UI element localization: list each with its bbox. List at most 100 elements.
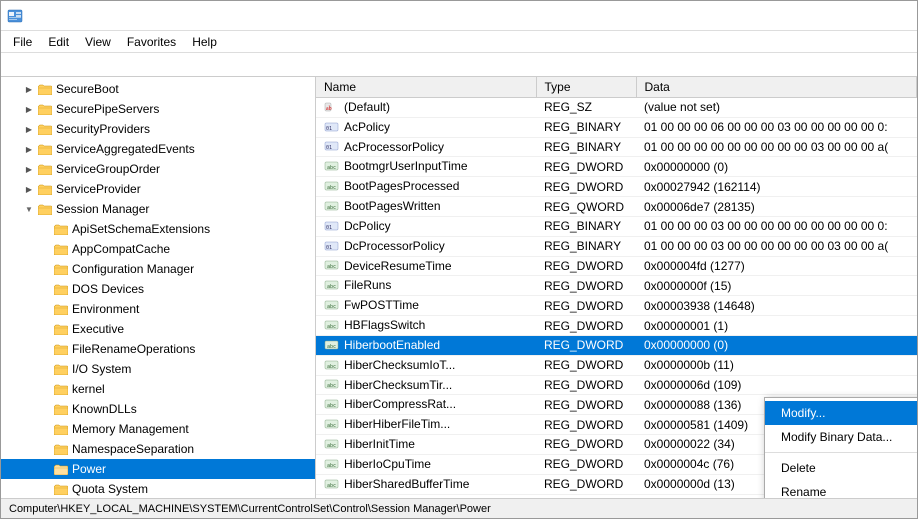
menu-edit[interactable]: Edit: [40, 33, 77, 51]
tree-expander-icon[interactable]: ▶: [21, 81, 37, 97]
tree-expander-icon[interactable]: [37, 281, 53, 297]
folder-icon: [53, 342, 69, 356]
cell-type: REG_DWORD: [536, 375, 636, 395]
svg-text:abc: abc: [327, 205, 336, 211]
cell-data: 0x00003938 (14648): [636, 296, 917, 316]
cell-type: REG_DWORD: [536, 276, 636, 296]
tree-expander-icon[interactable]: [37, 401, 53, 417]
table-row[interactable]: 01AcPolicyREG_BINARY01 00 00 00 06 00 00…: [316, 117, 917, 137]
tree-item[interactable]: ▶ SecurityProviders: [1, 119, 315, 139]
tree-item-label: Memory Management: [72, 422, 189, 436]
table-row[interactable]: abcBootPagesProcessedREG_DWORD0x00027942…: [316, 177, 917, 197]
svg-text:01: 01: [326, 126, 332, 132]
tree-expander-icon[interactable]: [37, 481, 53, 497]
tree-item[interactable]: ▶ ServiceAggregatedEvents: [1, 139, 315, 159]
tree-item[interactable]: Configuration Manager: [1, 259, 315, 279]
tree-expander-icon[interactable]: [37, 421, 53, 437]
table-row[interactable]: abcBootPagesWrittenREG_QWORD0x00006de7 (…: [316, 197, 917, 217]
cell-name: abcFileRuns: [316, 276, 536, 296]
tree-item-label: ServiceAggregatedEvents: [56, 142, 195, 156]
table-row[interactable]: 01DcProcessorPolicyREG_BINARY01 00 00 00…: [316, 236, 917, 256]
table-row[interactable]: abcFileRunsREG_DWORD0x0000000f (15): [316, 276, 917, 296]
reg-type-icon: abc: [324, 299, 340, 313]
tree-expander-icon[interactable]: [37, 441, 53, 457]
tree-item[interactable]: ▼ Session Manager: [1, 199, 315, 219]
tree-expander-icon[interactable]: ▼: [21, 201, 37, 217]
table-row[interactable]: 01AcProcessorPolicyREG_BINARY01 00 00 00…: [316, 137, 917, 157]
tree-item[interactable]: I/O System: [1, 359, 315, 379]
tree-expander-icon[interactable]: [37, 321, 53, 337]
context-menu-item[interactable]: Modify...: [765, 401, 917, 425]
menu-bar: File Edit View Favorites Help: [1, 31, 917, 53]
folder-icon: [53, 222, 69, 236]
tree-expander-icon[interactable]: ▶: [21, 181, 37, 197]
tree-item[interactable]: ApiSetSchemaExtensions: [1, 219, 315, 239]
menu-file[interactable]: File: [5, 33, 40, 51]
registry-panel[interactable]: Name Type Data ab(Default)REG_SZ(value n…: [316, 77, 917, 498]
col-type[interactable]: Type: [536, 77, 636, 98]
table-row[interactable]: abcHiberChecksumTir...REG_DWORD0x0000006…: [316, 375, 917, 395]
tree-item[interactable]: KnownDLLs: [1, 399, 315, 419]
tree-item-label: Configuration Manager: [72, 262, 194, 276]
close-button[interactable]: [885, 7, 911, 25]
tree-item[interactable]: kernel: [1, 379, 315, 399]
reg-type-icon: abc: [324, 359, 340, 373]
tree-item[interactable]: NamespaceSeparation: [1, 439, 315, 459]
context-menu-item[interactable]: Rename: [765, 480, 917, 498]
tree-expander-icon[interactable]: [37, 361, 53, 377]
tree-panel[interactable]: ▶ SecureBoot▶ SecurePipeServers▶ Securit…: [1, 77, 316, 498]
col-name[interactable]: Name: [316, 77, 536, 98]
svg-text:01: 01: [326, 225, 332, 231]
context-menu-item[interactable]: Delete: [765, 456, 917, 480]
cell-name: 01DcPolicy: [316, 216, 536, 236]
table-row[interactable]: abcHBFlagsSwitchREG_DWORD0x00000001 (1): [316, 316, 917, 336]
tree-expander-icon[interactable]: ▶: [21, 121, 37, 137]
reg-type-icon: abc: [324, 200, 340, 214]
tree-expander-icon[interactable]: ▶: [21, 161, 37, 177]
minimize-button[interactable]: [829, 7, 855, 25]
cell-name: abcHiberbootEnabled: [316, 335, 536, 355]
tree-item[interactable]: Environment: [1, 299, 315, 319]
reg-type-icon: abc: [324, 497, 340, 498]
table-row[interactable]: abcDeviceResumeTimeREG_DWORD0x000004fd (…: [316, 256, 917, 276]
tree-expander-icon[interactable]: [37, 261, 53, 277]
cell-type: REG_QWORD: [536, 197, 636, 217]
table-row[interactable]: ab(Default)REG_SZ(value not set): [316, 98, 917, 118]
registry-editor-window: File Edit View Favorites Help ▶ SecureBo…: [0, 0, 918, 519]
tree-expander-icon[interactable]: [37, 301, 53, 317]
menu-favorites[interactable]: Favorites: [119, 33, 184, 51]
cell-name: 01AcProcessorPolicy: [316, 137, 536, 157]
reg-type-icon: 01: [324, 140, 340, 154]
tree-item[interactable]: Power: [1, 459, 315, 479]
tree-item[interactable]: ▶ ServiceGroupOrder: [1, 159, 315, 179]
maximize-button[interactable]: [857, 7, 883, 25]
tree-expander-icon[interactable]: [37, 221, 53, 237]
tree-item[interactable]: FileRenameOperations: [1, 339, 315, 359]
table-row[interactable]: abcHiberbootEnabledREG_DWORD0x00000000 (…: [316, 335, 917, 355]
table-row[interactable]: abcBootmgrUserInputTimeREG_DWORD0x000000…: [316, 157, 917, 177]
tree-item[interactable]: ▶ ServiceProvider: [1, 179, 315, 199]
tree-expander-icon[interactable]: [37, 241, 53, 257]
table-row[interactable]: abcFwPOSTTimeREG_DWORD0x00003938 (14648): [316, 296, 917, 316]
tree-item-label: kernel: [72, 382, 105, 396]
tree-expander-icon[interactable]: [37, 461, 53, 477]
table-row[interactable]: abcHiberChecksumIoT...REG_DWORD0x0000000…: [316, 355, 917, 375]
menu-view[interactable]: View: [77, 33, 119, 51]
context-menu-item[interactable]: Modify Binary Data...: [765, 425, 917, 449]
tree-expander-icon[interactable]: ▶: [21, 141, 37, 157]
tree-item[interactable]: AppCompatCache: [1, 239, 315, 259]
tree-item[interactable]: ▶ SecurePipeServers: [1, 99, 315, 119]
tree-expander-icon[interactable]: ▶: [21, 101, 37, 117]
tree-item[interactable]: Quota System: [1, 479, 315, 498]
tree-item[interactable]: DOS Devices: [1, 279, 315, 299]
col-data[interactable]: Data: [636, 77, 917, 98]
tree-item[interactable]: Executive: [1, 319, 315, 339]
folder-icon: [37, 82, 53, 96]
reg-type-icon: abc: [324, 180, 340, 194]
tree-expander-icon[interactable]: [37, 341, 53, 357]
tree-item[interactable]: ▶ SecureBoot: [1, 79, 315, 99]
table-row[interactable]: 01DcPolicyREG_BINARY01 00 00 00 03 00 00…: [316, 216, 917, 236]
tree-expander-icon[interactable]: [37, 381, 53, 397]
menu-help[interactable]: Help: [184, 33, 225, 51]
tree-item[interactable]: Memory Management: [1, 419, 315, 439]
